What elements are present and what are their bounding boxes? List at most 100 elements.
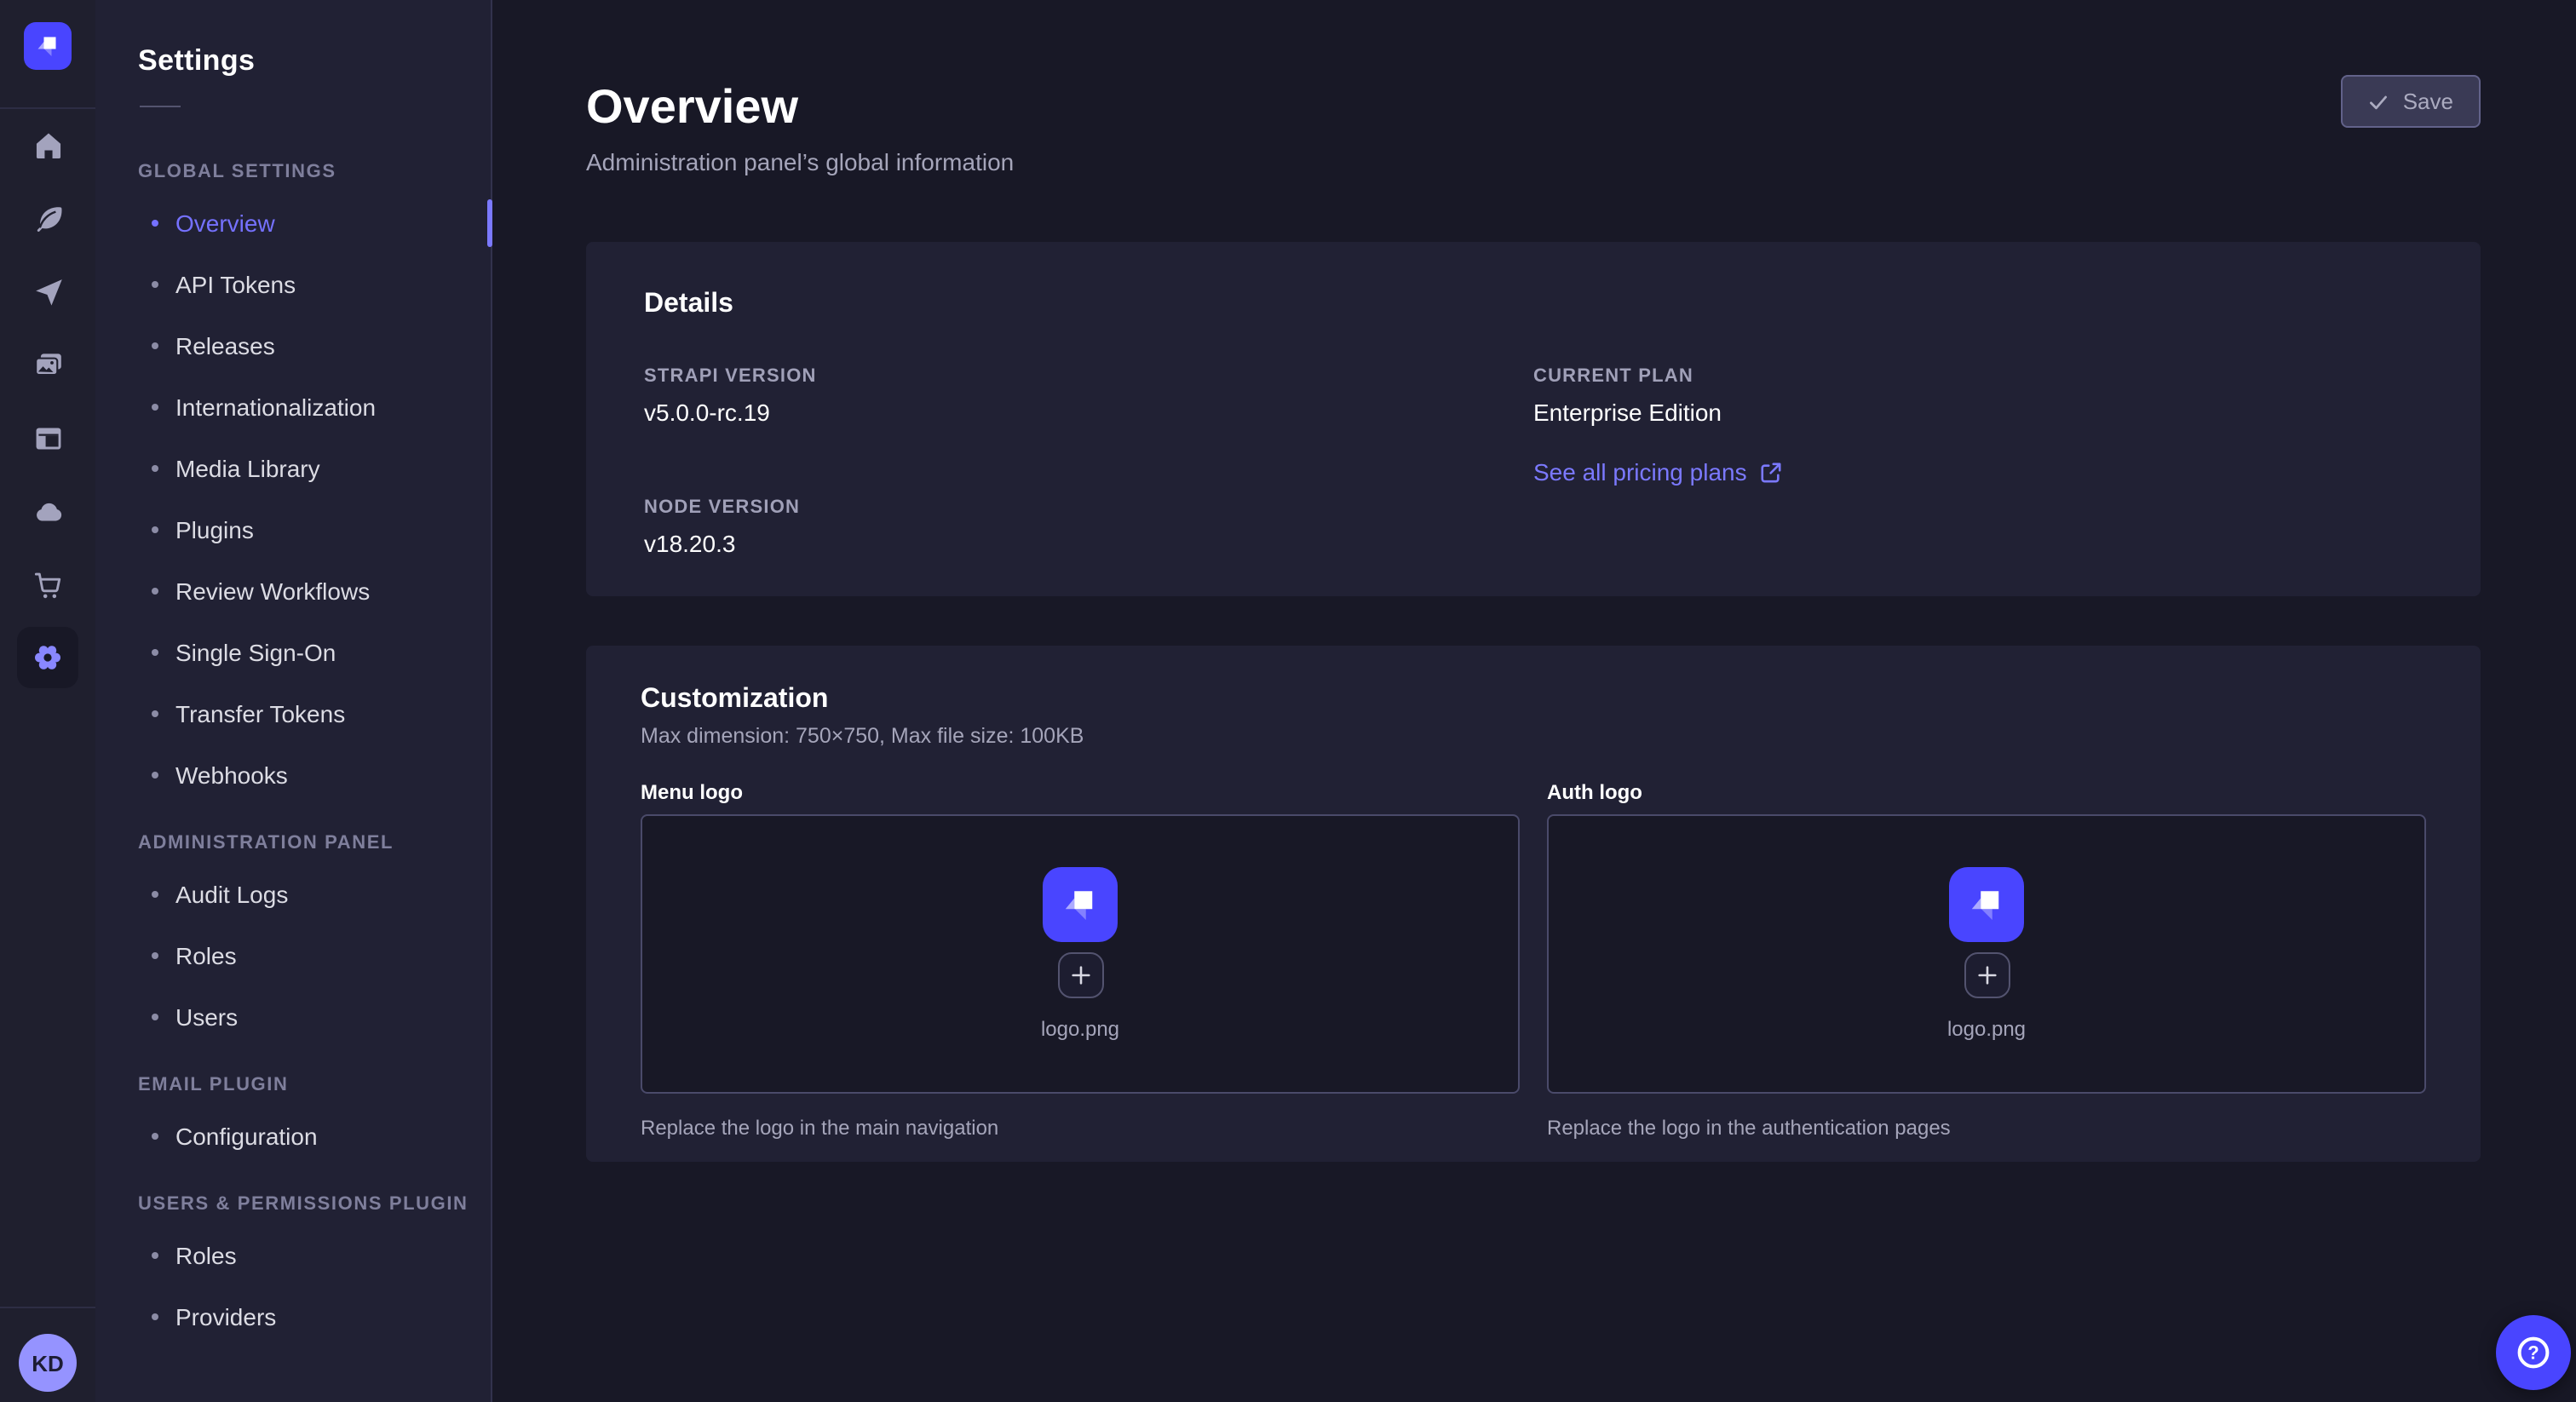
sidebar-item-label: Single Sign-On [175,639,336,666]
menu-logo-upload: Menu logo [641,780,1520,1140]
sidebar-item-label: Overview [175,210,275,237]
node-version-label: NODE VERSION [644,497,1533,518]
app: KD Settings GLOBAL SETTINGS Overview API… [0,0,2576,1402]
section-label-administration-panel: ADMINISTRATION PANEL [95,833,491,853]
nav-releases[interactable] [17,261,78,322]
strapi-version-field: STRAPI VERSION v5.0.0-rc.19 [644,366,1533,426]
section-label-global-settings: GLOBAL SETTINGS [95,162,491,182]
media-library-icon [32,348,64,381]
user-avatar[interactable]: KD [19,1334,77,1392]
bullet-icon [152,710,158,717]
sidebar-item-label: Providers [175,1303,276,1330]
auth-logo-caption: Replace the logo in the authentication p… [1547,1116,2426,1140]
customization-card-title: Customization [641,685,2426,715]
sidebar-item-label: Configuration [175,1123,318,1150]
sidebar-item-audit-logs[interactable]: Audit Logs [95,864,491,925]
menu-logo-filename: logo.png [1041,1017,1119,1041]
nav-settings[interactable] [17,627,78,688]
help-button[interactable]: ? [2496,1315,2571,1390]
sidebar-item-internationalization[interactable]: Internationalization [95,376,491,438]
bullet-icon [152,1014,158,1020]
sidebar-item-releases[interactable]: Releases [95,315,491,376]
node-version-value: v18.20.3 [644,530,1533,557]
sidebar-item-webhooks[interactable]: Webhooks [95,744,491,806]
section-label-users-permissions-plugin: USERS & PERMISSIONS PLUGIN [95,1194,491,1215]
sidebar-item-label: Audit Logs [175,881,288,908]
bullet-icon [152,891,158,898]
bullet-icon [152,281,158,288]
pricing-plans-link[interactable]: See all pricing plans [1533,458,1783,486]
page-subtitle: Administration panel’s global informatio… [586,147,2481,177]
pricing-plans-link-label: See all pricing plans [1533,458,1747,486]
menu-logo-preview [1043,867,1118,942]
customization-card: Customization Max dimension: 750×750, Ma… [586,646,2481,1162]
strapi-logo-icon [34,32,61,60]
auth-logo-filename: logo.png [1947,1017,2026,1041]
sidebar-item-admin-roles[interactable]: Roles [95,925,491,986]
sidebar-item-label: Roles [175,942,237,969]
customization-card-subtitle: Max dimension: 750×750, Max file size: 1… [641,724,2426,748]
svg-text:?: ? [2527,1342,2539,1364]
settings-subnav: Settings GLOBAL SETTINGS Overview API To… [95,0,492,1402]
sidebar-item-transfer-tokens[interactable]: Transfer Tokens [95,683,491,744]
sidebar-item-plugins[interactable]: Plugins [95,499,491,560]
layout-icon [32,422,64,454]
nav-cloud[interactable] [17,480,78,542]
nav-content-type-builder[interactable] [17,407,78,468]
nav-media-library[interactable] [17,334,78,395]
sidebar-item-label: Users [175,1003,238,1031]
nav-marketplace[interactable] [17,554,78,615]
subnav-title: Settings [138,44,491,78]
menu-logo-add-button[interactable] [1057,952,1103,998]
current-plan-label: CURRENT PLAN [1533,366,2423,387]
auth-logo-dropzone[interactable]: logo.png [1547,814,2426,1094]
sidebar-item-review-workflows[interactable]: Review Workflows [95,560,491,622]
current-plan-field: CURRENT PLAN Enterprise Edition [1533,366,2423,426]
main-content: Overview Administration panel’s global i… [492,0,2576,1402]
sidebar-item-up-providers[interactable]: Providers [95,1286,491,1347]
plus-icon [1069,964,1091,986]
sidebar-item-label: API Tokens [175,271,296,298]
sidebar-item-overview[interactable]: Overview [95,192,491,254]
bullet-icon [152,342,158,349]
external-link-icon [1761,461,1783,483]
bullet-icon [152,1252,158,1259]
save-button[interactable]: Save [2342,75,2481,128]
sidebar-item-label: Media Library [175,455,320,482]
sidebar-item-single-sign-on[interactable]: Single Sign-On [95,622,491,683]
bullet-icon [152,220,158,227]
check-icon [2369,91,2389,112]
sidebar-item-label: Releases [175,332,275,359]
auth-logo-label: Auth logo [1547,780,2426,804]
menu-logo-dropzone[interactable]: logo.png [641,814,1520,1094]
home-icon [32,129,64,161]
auth-logo-upload: Auth logo [1547,780,2426,1140]
sidebar-item-label: Roles [175,1242,237,1269]
strapi-logo[interactable] [24,22,72,70]
bullet-icon [152,1313,158,1320]
bullet-icon [152,772,158,779]
node-version-field: NODE VERSION v18.20.3 [644,497,1533,557]
feather-icon [32,202,64,234]
details-card-title: Details [644,290,2423,320]
auth-logo-preview [1949,867,2024,942]
sidebar-item-email-configuration[interactable]: Configuration [95,1106,491,1167]
nav-content-manager[interactable] [17,187,78,249]
sidebar-item-media-library[interactable]: Media Library [95,438,491,499]
auth-logo-add-button[interactable] [1964,952,2010,998]
sidebar-item-label: Plugins [175,516,254,543]
rail-divider [0,107,95,109]
sidebar-item-label: Internationalization [175,394,376,421]
plus-icon [1975,964,1998,986]
bullet-icon [152,526,158,533]
sidebar-item-admin-users[interactable]: Users [95,986,491,1048]
paper-plane-icon [32,275,64,307]
sidebar-item-up-roles[interactable]: Roles [95,1225,491,1286]
page-header: Overview Administration panel’s global i… [492,0,2576,177]
sidebar-item-label: Webhooks [175,761,288,789]
menu-logo-caption: Replace the logo in the main navigation [641,1116,1520,1140]
sidebar-item-api-tokens[interactable]: API Tokens [95,254,491,315]
bullet-icon [152,588,158,595]
nav-home[interactable] [17,114,78,175]
avatar-initials: KD [32,1350,64,1376]
